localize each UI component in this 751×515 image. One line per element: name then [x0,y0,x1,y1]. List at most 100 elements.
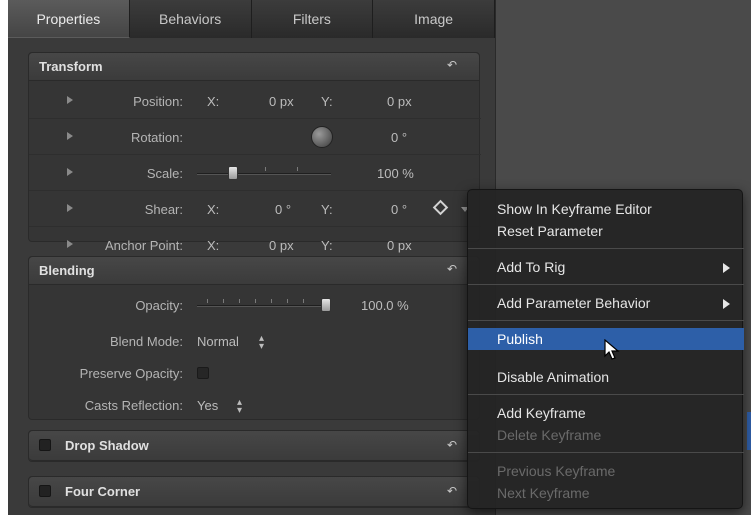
disclosure-triangle-icon[interactable] [67,168,73,176]
four-corner-enable-checkbox[interactable] [39,485,51,497]
scale-value[interactable]: 100 % [377,166,414,181]
disclosure-triangle-icon[interactable] [67,240,73,248]
opacity-value[interactable]: 100.0 % [361,298,409,313]
menu-item-reset-parameter[interactable]: Reset Parameter [468,220,744,242]
menu-item-disable-animation[interactable]: Disable Animation [468,366,744,388]
menu-separator [468,452,744,453]
position-row: Position: X: 0 px Y: 0 px [29,83,481,119]
inspector-tabs: Properties Behaviors Filters Image [8,0,495,38]
canvas-edge-highlight [747,412,751,450]
scale-label: Scale: [146,166,183,181]
reset-arrow-icon[interactable]: ↶ [445,262,459,276]
blending-title: Blending [39,263,95,278]
slider-tick [297,167,298,171]
menu-item-show-in-keyframe-editor[interactable]: Show In Keyframe Editor [468,198,744,220]
shear-row: Shear: X: 0 ° Y: 0 ° [29,191,481,227]
shear-label: Shear: [144,202,183,217]
keyframe-diamond-icon[interactable] [432,199,449,216]
opacity-slider[interactable] [197,298,331,312]
transform-header[interactable]: Transform ↶ [29,53,479,81]
disclosure-triangle-icon[interactable] [67,204,73,212]
up-down-arrows-icon[interactable]: ▴ ▾ [237,398,242,416]
slider-tick [265,167,266,171]
position-label: Position: [133,94,183,109]
menu-separator [468,248,744,249]
casts-reflection-row: Casts Reflection: Yes ▴ ▾ [29,387,481,423]
four-corner-title: Four Corner [65,484,141,499]
position-y-value[interactable]: 0 px [387,94,412,109]
rotation-dial[interactable] [311,126,333,148]
blending-group: Blending ↶ Opacity: 100.0 % Blend Mode: … [28,256,480,420]
tab-behaviors[interactable]: Behaviors [129,0,252,38]
anchor-x-value[interactable]: 0 px [269,238,294,253]
menu-separator [468,320,744,321]
reset-arrow-icon[interactable]: ↶ [445,438,459,452]
tab-image[interactable]: Image [373,0,495,38]
anchor-x-label: X: [207,238,220,253]
anchor-y-label: Y: [321,238,333,253]
submenu-arrow-icon [723,263,730,273]
slider-tick [271,299,272,303]
disclosure-triangle-icon[interactable] [67,96,73,104]
menu-item-add-to-rig[interactable]: Add To Rig [468,256,744,278]
four-corner-group: Four Corner ↶ [28,476,480,508]
menu-separator [468,284,744,285]
tab-properties[interactable]: Properties [8,0,130,38]
rotation-label: Rotation: [130,130,183,145]
slider-tick [255,299,256,303]
disclosure-triangle-icon[interactable] [67,132,73,140]
opacity-row: Opacity: 100.0 % [29,287,481,323]
menu-item-next-keyframe: Next Keyframe [497,485,590,501]
opacity-label: Opacity: [135,298,183,313]
casts-reflection-label: Casts Reflection: [84,398,183,413]
slider-tick [303,299,304,303]
four-corner-header[interactable]: Four Corner ↶ [29,477,479,507]
drop-shadow-title: Drop Shadow [65,438,149,453]
slider-tick [239,299,240,303]
inspector-panel: Properties Behaviors Filters Image Trans… [8,0,495,515]
add-parameter-behavior-label: Add Parameter Behavior [497,295,651,311]
parameter-context-menu: Show In Keyframe Editor Reset Parameter … [467,189,744,509]
position-y-label: Y: [321,94,333,109]
scale-slider-knob[interactable] [228,166,238,180]
add-to-rig-label: Add To Rig [497,259,566,275]
reset-arrow-icon[interactable]: ↶ [445,58,459,72]
reset-arrow-icon[interactable]: ↶ [445,484,459,498]
scale-row: Scale: 100 % [29,155,481,191]
blend-mode-popup[interactable]: Normal [197,334,239,349]
menu-item-add-parameter-behavior[interactable]: Add Parameter Behavior [468,292,744,314]
casts-reflection-popup[interactable]: Yes [197,398,218,413]
blend-mode-label: Blend Mode: [110,334,183,349]
tab-filters[interactable]: Filters [251,0,374,38]
up-down-arrows-icon[interactable]: ▴ ▾ [259,334,264,352]
preserve-opacity-checkbox[interactable] [197,367,209,379]
preserve-opacity-row: Preserve Opacity: [29,355,481,391]
shear-y-value[interactable]: 0 ° [391,202,407,217]
shear-y-label: Y: [321,202,333,217]
menu-separator [468,394,744,395]
slider-tick [207,299,208,303]
submenu-arrow-icon [723,299,730,309]
drop-shadow-group: Drop Shadow ↶ [28,430,480,462]
mouse-pointer-icon [604,339,620,360]
menu-item-add-keyframe[interactable]: Add Keyframe [468,402,744,424]
transform-title: Transform [39,59,103,74]
rotation-value[interactable]: 0 ° [391,130,407,145]
slider-tick [287,299,288,303]
blending-header[interactable]: Blending ↶ [29,257,479,285]
drop-shadow-enable-checkbox[interactable] [39,439,51,451]
shear-x-label: X: [207,202,220,217]
scale-slider[interactable] [197,166,331,180]
menu-item-previous-keyframe: Previous Keyframe [497,463,616,479]
position-x-value[interactable]: 0 px [269,94,294,109]
blend-mode-row: Blend Mode: Normal ▴ ▾ [29,323,481,359]
drop-shadow-header[interactable]: Drop Shadow ↶ [29,431,479,461]
transform-group: Transform ↶ Position: X: 0 px Y: 0 px Ro… [28,52,481,253]
slider-tick [223,299,224,303]
opacity-slider-knob[interactable] [321,298,331,312]
anchor-point-label: Anchor Point: [104,238,183,253]
shear-x-value[interactable]: 0 ° [275,202,291,217]
position-x-label: X: [207,94,220,109]
menu-item-delete-keyframe: Delete Keyframe [497,427,602,443]
anchor-y-value[interactable]: 0 px [387,238,412,253]
